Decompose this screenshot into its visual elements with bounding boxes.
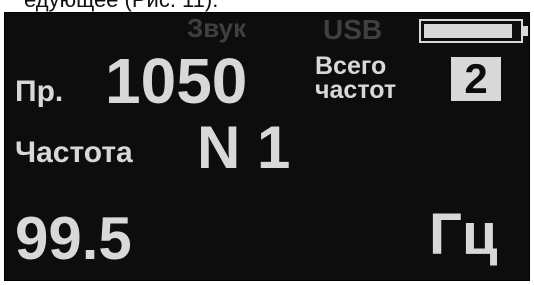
device-screen: Звук USB Пр. 1050 Всего частот 2 Частота… <box>4 12 530 281</box>
battery-icon <box>419 19 523 43</box>
battery-level-fill <box>424 24 512 38</box>
frequency-number: N 1 <box>197 114 291 181</box>
total-frequencies-label: Всего частот <box>315 54 397 104</box>
battery-terminal-icon <box>523 26 528 36</box>
frequency-label: Частота <box>15 136 133 169</box>
program-value: 1050 <box>105 45 248 117</box>
frequency-value: 99.5 <box>15 205 132 272</box>
usb-indicator: USB <box>323 14 383 45</box>
total-frequencies-label-line2: частот <box>315 75 397 104</box>
total-frequencies-value: 2 <box>451 57 501 101</box>
program-label: Пр. <box>15 75 64 108</box>
page: едующее (Рис. 11). Звук USB Пр. 1050 Все… <box>0 0 534 285</box>
sound-indicator: Звук <box>187 13 247 43</box>
frequency-unit: Гц <box>429 202 498 267</box>
